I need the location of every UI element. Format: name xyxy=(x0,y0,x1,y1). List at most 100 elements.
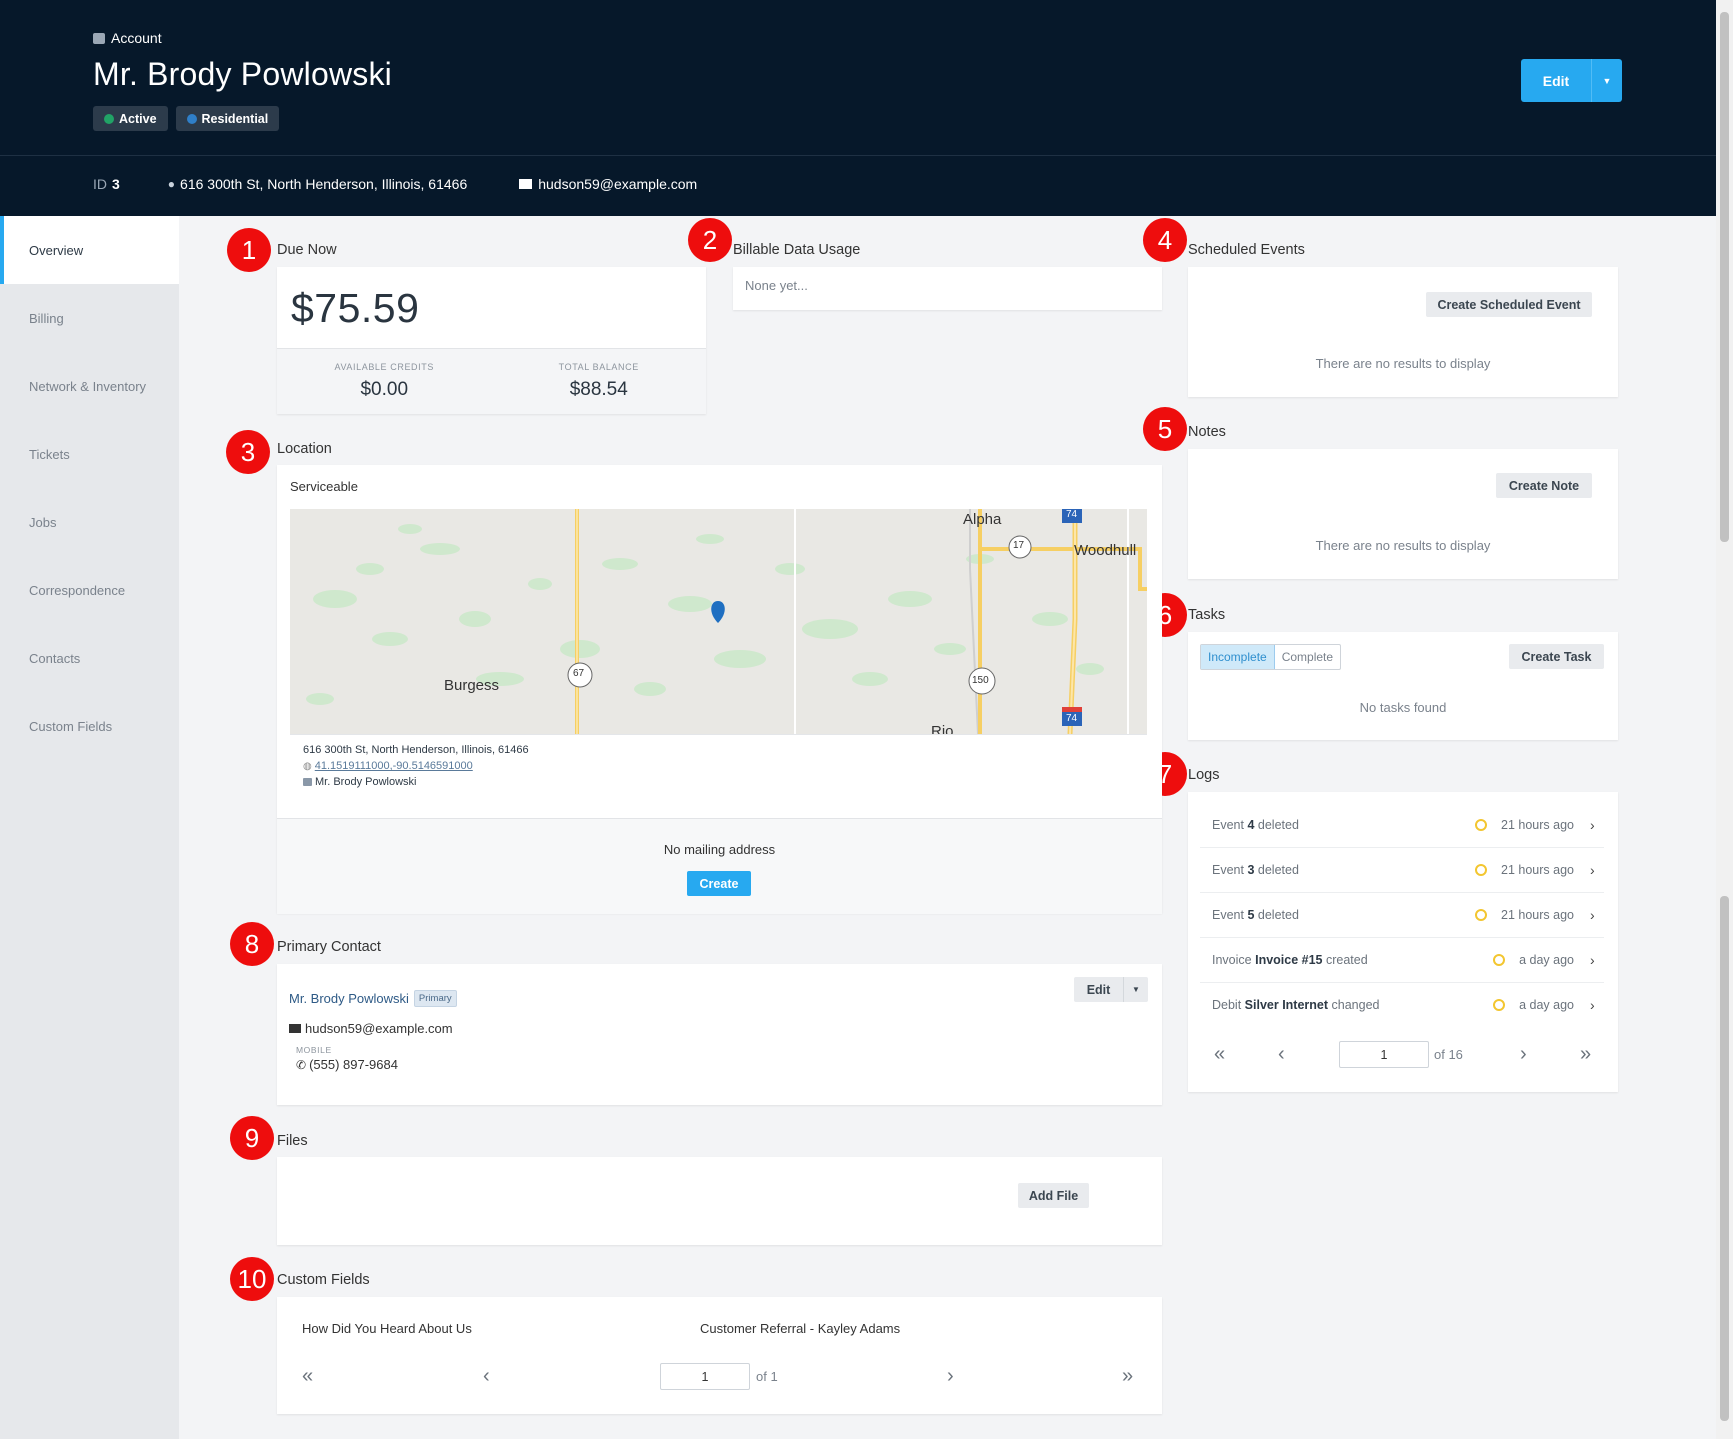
files-card: Add File xyxy=(277,1157,1162,1245)
marker-4: 4 xyxy=(1143,218,1187,262)
location-map[interactable]: Alpha Woodhull Burgess Rio 17 67 150 74 … xyxy=(290,509,1147,734)
prev-page-icon[interactable]: ‹ xyxy=(483,1365,490,1388)
sidebar-item-billing[interactable]: Billing xyxy=(0,284,179,352)
custom-fields-title: Custom Fields xyxy=(277,1272,370,1288)
custom-field-name: How Did You Heard About Us xyxy=(302,1321,472,1336)
log-row[interactable]: Invoice Invoice #15 created a day ago › xyxy=(1200,938,1604,983)
create-mailing-address-button[interactable]: Create xyxy=(687,871,751,896)
chevron-right-icon[interactable]: › xyxy=(1590,907,1604,923)
next-page-icon[interactable]: › xyxy=(1520,1043,1527,1066)
primary-contact-title: Primary Contact xyxy=(277,939,381,955)
sidebar-item-custom-fields[interactable]: Custom Fields xyxy=(0,692,179,760)
coin-icon xyxy=(1475,864,1488,876)
map-label-woodhull: Woodhull xyxy=(1074,542,1137,559)
notes-card: Create Note There are no results to disp… xyxy=(1188,449,1618,579)
chevron-down-icon[interactable]: ▼ xyxy=(1123,977,1148,1002)
marker-10: 10 xyxy=(230,1257,274,1301)
billable-card: None yet... xyxy=(733,267,1162,310)
map-label-alpha: Alpha xyxy=(963,511,1002,528)
tasks-card: Incomplete Complete Create Task No tasks… xyxy=(1188,632,1618,740)
sidebar-item-tickets[interactable]: Tickets xyxy=(0,420,179,488)
chevron-right-icon[interactable]: › xyxy=(1590,862,1604,878)
scrollbar-thumb[interactable] xyxy=(1720,12,1729,542)
marker-9: 9 xyxy=(230,1116,274,1160)
account-icon xyxy=(93,32,105,44)
account-info-row: ID 3 ● 616 300th St, North Henderson, Il… xyxy=(93,176,698,192)
envelope-icon xyxy=(289,1024,301,1033)
status-dot-icon xyxy=(104,113,114,124)
logs-card: Event 4 deleted 21 hours ago › Event 3 d… xyxy=(1188,792,1618,1092)
log-row[interactable]: Event 5 deleted 21 hours ago › xyxy=(1200,893,1604,938)
scheduled-events-title: Scheduled Events xyxy=(1188,242,1305,258)
contact-phone[interactable]: (555) 897-9684 xyxy=(309,1057,398,1072)
route-150-label: 150 xyxy=(972,675,989,686)
custom-field-value: Customer Referral - Kayley Adams xyxy=(700,1321,901,1336)
custom-fields-pager: « ‹ 1 of 1 › » xyxy=(277,1362,1162,1390)
page-input[interactable]: 1 xyxy=(1339,1041,1429,1068)
route-67-label: 67 xyxy=(573,668,585,679)
due-now-card: $75.59 AVAILABLE CREDITS $0.00 TOTAL BAL… xyxy=(277,267,706,414)
notes-title: Notes xyxy=(1188,424,1226,440)
type-badge-residential: Residential xyxy=(175,106,280,131)
account-address: 616 300th St, North Henderson, Illinois,… xyxy=(180,176,468,192)
chevron-right-icon[interactable]: › xyxy=(1590,952,1604,968)
chevron-right-icon[interactable]: › xyxy=(1590,997,1604,1013)
chevron-right-icon[interactable]: › xyxy=(1590,817,1604,833)
status-badge-active: Active xyxy=(93,106,168,131)
create-task-button[interactable]: Create Task xyxy=(1509,644,1604,669)
next-page-icon[interactable]: › xyxy=(947,1365,954,1388)
marker-8: 8 xyxy=(230,922,274,966)
page-input[interactable]: 1 xyxy=(660,1363,750,1390)
tab-complete[interactable]: Complete xyxy=(1275,645,1340,669)
sidebar-item-correspondence[interactable]: Correspondence xyxy=(0,556,179,624)
sidebar-item-network-inventory[interactable]: Network & Inventory xyxy=(0,352,179,420)
billable-title: Billable Data Usage xyxy=(733,242,861,258)
custom-fields-card: How Did You Heard About Us Customer Refe… xyxy=(277,1297,1162,1414)
last-page-icon[interactable]: » xyxy=(1580,1043,1591,1066)
tasks-title: Tasks xyxy=(1188,607,1226,623)
edit-contact-button[interactable]: Edit ▼ xyxy=(1074,977,1148,1002)
account-email[interactable]: hudson59@example.com xyxy=(538,176,697,192)
due-amount: $75.59 xyxy=(291,285,420,331)
serviceable-status: Serviceable xyxy=(290,479,358,494)
last-page-icon[interactable]: » xyxy=(1122,1365,1133,1388)
contact-name-link[interactable]: Mr. Brody Powlowski xyxy=(289,991,409,1006)
scrollbar-thumb[interactable] xyxy=(1720,896,1729,1421)
prev-page-icon[interactable]: ‹ xyxy=(1278,1043,1285,1066)
total-balance: $88.54 xyxy=(569,379,628,400)
coin-icon xyxy=(1475,819,1488,831)
create-scheduled-event-button[interactable]: Create Scheduled Event xyxy=(1426,292,1592,317)
available-credits: $0.00 xyxy=(360,379,409,400)
add-file-button[interactable]: Add File xyxy=(1018,1183,1089,1208)
contact-email[interactable]: hudson59@example.com xyxy=(305,1021,453,1036)
primary-contact-card: Mr. Brody Powlowski Primary Edit ▼ hudso… xyxy=(277,964,1162,1105)
tasks-filter-toggle[interactable]: Incomplete Complete xyxy=(1200,644,1342,670)
sidebar-item-contacts[interactable]: Contacts xyxy=(0,624,179,692)
map-owner[interactable]: Mr. Brody Powlowski xyxy=(315,776,416,788)
log-row[interactable]: Event 4 deleted 21 hours ago › xyxy=(1200,803,1604,848)
account-icon xyxy=(303,778,312,786)
create-note-button[interactable]: Create Note xyxy=(1496,473,1592,498)
route-74-label: 74 xyxy=(1066,713,1078,724)
phone-icon: ✆ xyxy=(296,1057,307,1072)
mailing-address-section: No mailing address Create xyxy=(277,818,1162,914)
coin-icon xyxy=(1475,909,1488,921)
due-now-title: Due Now xyxy=(277,242,337,258)
sidebar-item-overview[interactable]: Overview xyxy=(0,216,179,284)
map-coordinates[interactable]: 41.1519111000,-90.5146591000 xyxy=(315,760,473,772)
log-row[interactable]: Debit Silver Internet changed a day ago … xyxy=(1200,983,1604,1027)
logs-title: Logs xyxy=(1188,767,1220,783)
page-title: Mr. Brody Powlowski xyxy=(93,56,392,92)
page-scrollbar[interactable] xyxy=(1716,0,1733,1439)
first-page-icon[interactable]: « xyxy=(1214,1043,1225,1066)
marker-5: 5 xyxy=(1143,407,1187,451)
log-row[interactable]: Event 3 deleted 21 hours ago › xyxy=(1200,848,1604,893)
sidebar-item-jobs[interactable]: Jobs xyxy=(0,488,179,556)
marker-1: 1 xyxy=(227,228,271,272)
first-page-icon[interactable]: « xyxy=(302,1365,313,1388)
chevron-down-icon[interactable]: ▼ xyxy=(1591,59,1622,102)
tab-incomplete[interactable]: Incomplete xyxy=(1201,645,1275,669)
route-74-label: 74 xyxy=(1066,509,1078,520)
map-address-footer: 616 300th St, North Henderson, Illinois,… xyxy=(290,734,1147,800)
edit-account-button[interactable]: Edit ▼ xyxy=(1521,59,1622,102)
